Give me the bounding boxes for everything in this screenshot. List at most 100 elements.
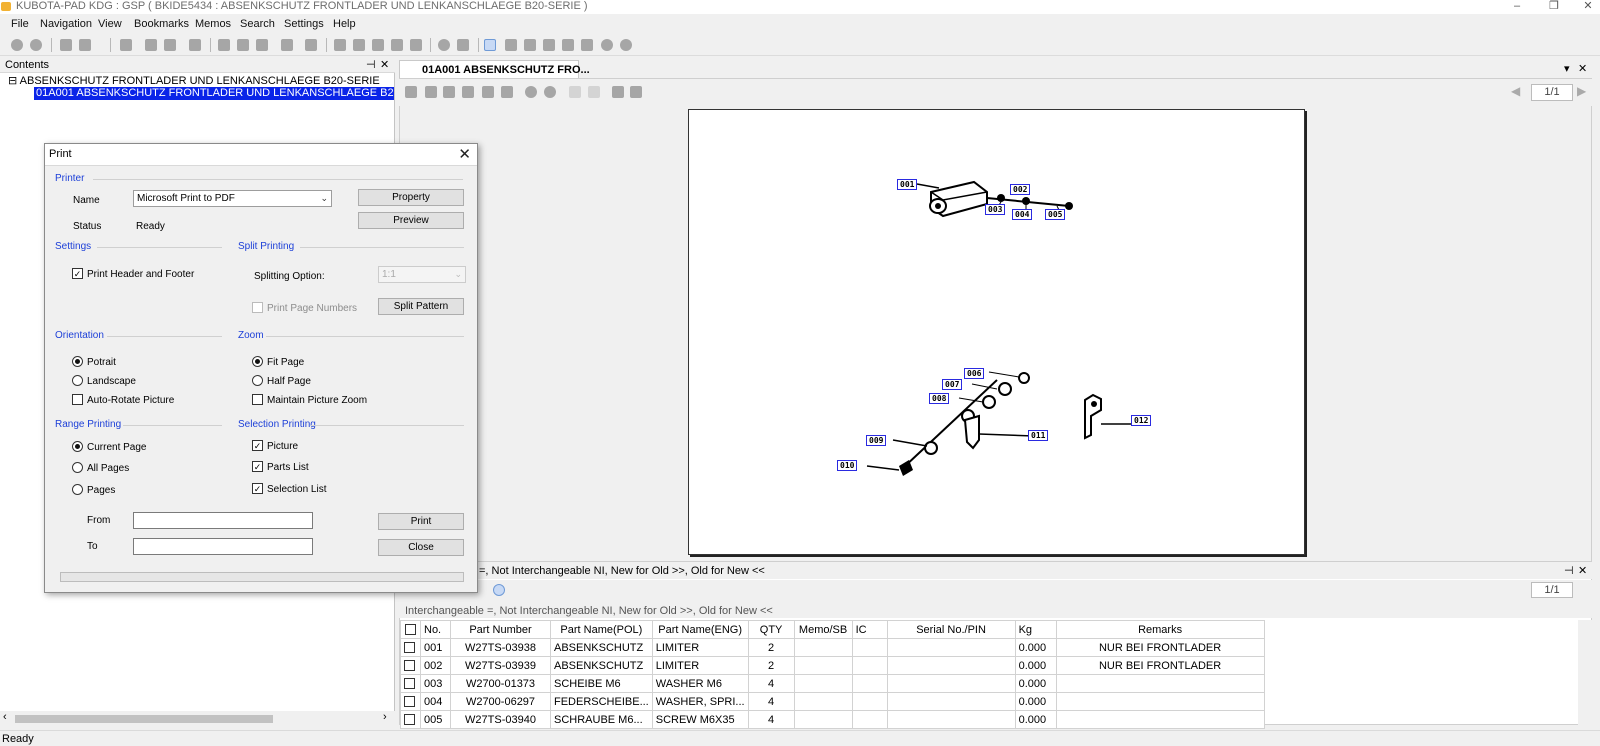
callout-005[interactable]: 005 [1045,209,1066,220]
view-2-icon[interactable] [353,39,365,51]
column-header[interactable]: Part Number [450,620,551,639]
callout-004[interactable]: 004 [1012,209,1033,220]
menu-memos[interactable]: Memos [195,18,231,30]
callout-009[interactable]: 009 [866,435,887,446]
callout-008[interactable]: 008 [929,393,950,404]
menu-search[interactable]: Search [240,18,275,30]
vertical-scrollbar[interactable] [1578,620,1592,725]
table-row[interactable]: 001 W27TS-03938 ABSENKSCHUTZ LIMITER 2 0.000 N… [400,638,1265,657]
menu-settings[interactable]: Settings [284,18,324,30]
column-header[interactable]: No. [420,620,451,639]
select-all-cell[interactable] [400,620,421,639]
view-1-icon[interactable] [334,39,346,51]
selection-parts-list-checkbox[interactable]: ✓ [252,461,263,472]
tab-document[interactable]: 01A001 ABSENKSCHUTZ FRO... [399,60,590,78]
callout-011[interactable]: 011 [1028,430,1049,441]
pin-icon[interactable]: ⊣ [1564,564,1574,577]
menu-view[interactable]: View [98,18,122,30]
maintain-zoom-checkbox[interactable] [252,394,263,405]
text-icon[interactable] [501,86,513,98]
callout-012[interactable]: 012 [1131,415,1152,426]
cut-icon[interactable] [562,39,574,51]
globe-icon[interactable] [438,39,450,51]
back-history-icon[interactable] [60,39,72,51]
callout-010[interactable]: 010 [837,460,858,471]
column-header[interactable]: Part Name(POL) [550,620,653,639]
minimize-button[interactable]: – [1507,0,1527,13]
table-row[interactable]: 004 W2700-06297 FEDERSCHEIBE... WASHER, SPR… [400,692,1265,711]
layout-1-icon[interactable] [218,39,230,51]
callout-006[interactable]: 006 [964,368,985,379]
table-row[interactable]: 003 W2700-01373 SCHEIBE M6 WASHER M6 4 0.000 [400,674,1265,693]
prev-page-icon[interactable]: ◀ [1511,84,1520,98]
range-all-pages-radio[interactable] [72,462,83,473]
selection-list-checkbox[interactable]: ✓ [252,483,263,494]
menu-navigation[interactable]: Navigation [40,18,92,30]
column-header[interactable]: QTY [747,620,795,639]
page-indicator[interactable]: 1/1 [1531,84,1573,101]
tree-child-item-selected[interactable]: 01A001 ABSENKSCHUTZ FRONTLADER UND LENKA… [34,87,394,100]
cart-icon[interactable] [581,39,593,51]
close-icon[interactable]: ✕ [380,58,389,71]
orientation-potrait-radio[interactable] [72,356,83,367]
preview-button[interactable]: Preview [358,212,464,229]
parts-icon[interactable] [505,39,517,51]
callout-001[interactable]: 001 [897,179,918,190]
property-button[interactable]: Property [358,189,464,206]
menu-file[interactable]: File [11,18,29,30]
layout-3-icon[interactable] [256,39,268,51]
row-checkbox[interactable] [404,696,415,708]
print-icon[interactable] [405,86,417,98]
pan-icon[interactable] [425,86,437,98]
layout-2-icon[interactable] [237,39,249,51]
zoom-tool-icon[interactable] [443,86,455,98]
row-select-cell[interactable] [400,674,421,693]
tool-icon[interactable] [457,39,469,51]
print-header-footer-checkbox[interactable]: ✓ [72,268,83,279]
zoom-fit-page-radio[interactable] [252,356,263,367]
tree-root-item[interactable]: ⊟ ABSENKSCHUTZ FRONTLADER UND LENKANSCHL… [8,74,380,87]
orientation-landscape-radio[interactable] [72,375,83,386]
info-icon[interactable] [601,39,613,51]
layout-5-icon[interactable] [305,39,317,51]
restore-button[interactable]: ❐ [1544,0,1564,13]
row-checkbox[interactable] [404,642,415,654]
next-page-icon[interactable] [164,39,176,51]
row-select-cell[interactable] [400,638,421,657]
row-select-cell[interactable] [400,692,421,711]
callout-007[interactable]: 007 [942,379,963,390]
auto-rotate-checkbox[interactable] [72,394,83,405]
tab-close-icon[interactable]: ✕ [1578,62,1587,75]
parts-page-indicator[interactable]: 1/1 [1531,582,1573,598]
dialog-close-icon[interactable]: ✕ [458,146,471,163]
camera-icon[interactable] [482,86,494,98]
range-pages-radio[interactable] [72,484,83,495]
table-row[interactable]: 005 W27TS-03940 SCHRAUBE M6... SCREW M6X35 4… [400,710,1265,729]
range-current-page-radio[interactable] [72,441,83,452]
column-header[interactable]: Serial No./PIN [886,620,1016,639]
table-row[interactable]: 002 W27TS-03939 ABSENKSCHUTZ LIMITER 2 0.000 N… [400,656,1265,675]
scroll-left-icon[interactable]: ‹ [3,711,7,723]
close-window-button[interactable]: ✕ [1578,0,1598,13]
tree-collapse-icon[interactable]: ⊟ [8,75,17,87]
split-pattern-button[interactable]: Split Pattern [378,298,464,315]
tab-menu-icon[interactable]: ▾ [1564,62,1570,75]
next-page-icon[interactable]: ▶ [1577,84,1586,98]
scroll-thumb[interactable] [15,715,273,723]
view-5-icon[interactable] [410,39,422,51]
close-icon[interactable]: ✕ [1578,564,1587,577]
export-icon[interactable] [612,86,624,98]
view-3-icon[interactable] [372,39,384,51]
selection-picture-checkbox[interactable]: ✓ [252,440,263,451]
copy-icon[interactable] [524,39,536,51]
forward-history-icon[interactable] [79,39,91,51]
close-button[interactable]: Close [378,539,464,556]
prev-page-icon[interactable] [145,39,157,51]
info-icon[interactable] [493,584,505,596]
help-icon[interactable] [620,39,632,51]
home-icon[interactable] [11,39,23,51]
callout-002[interactable]: 002 [1010,184,1031,195]
zoom-out-icon[interactable] [544,86,556,98]
paste-icon[interactable] [543,39,555,51]
menu-bookmarks[interactable]: Bookmarks [134,18,189,30]
